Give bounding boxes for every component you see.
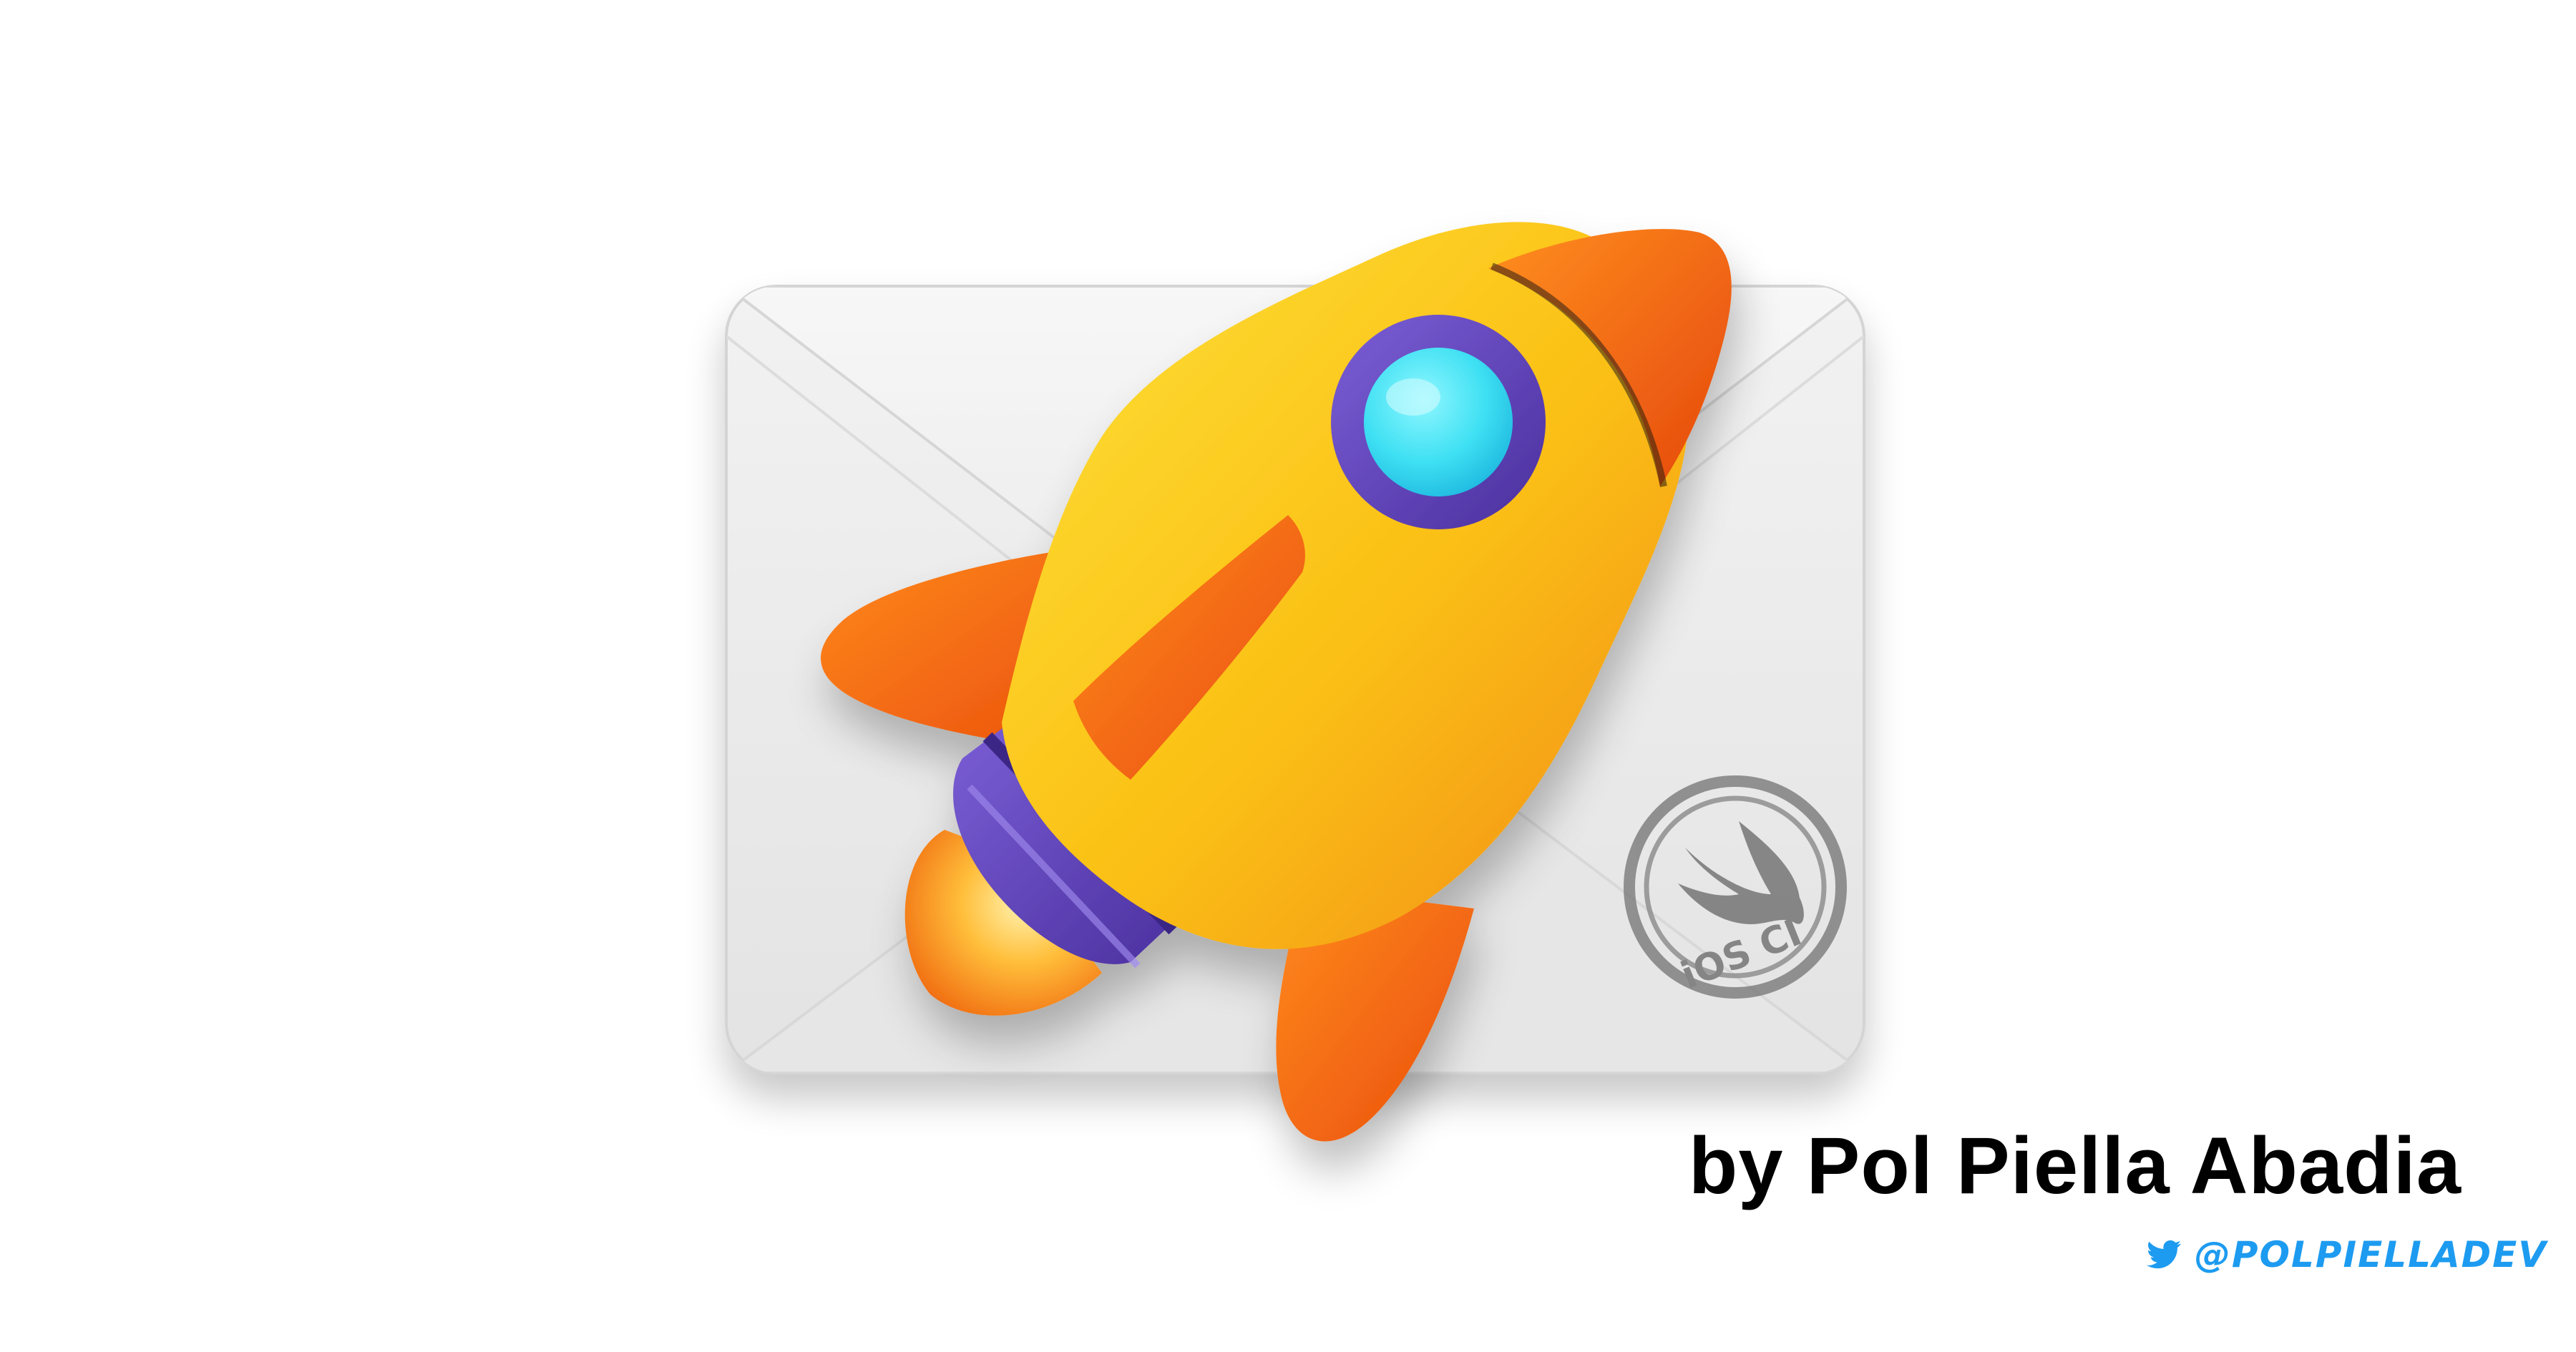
rocket-window: [1331, 315, 1546, 529]
banner-canvas: iOS CI by Pol Piella Abadia @POLPIELLADE…: [0, 0, 2576, 1352]
twitter-handle-link[interactable]: @POLPIELLADEV: [2147, 1220, 2547, 1289]
twitter-bird-icon: [2147, 1240, 2181, 1269]
author-byline: by Pol Piella Abadia: [1688, 1121, 2462, 1210]
twitter-handle[interactable]: @POLPIELLADEV: [2195, 1234, 2547, 1275]
